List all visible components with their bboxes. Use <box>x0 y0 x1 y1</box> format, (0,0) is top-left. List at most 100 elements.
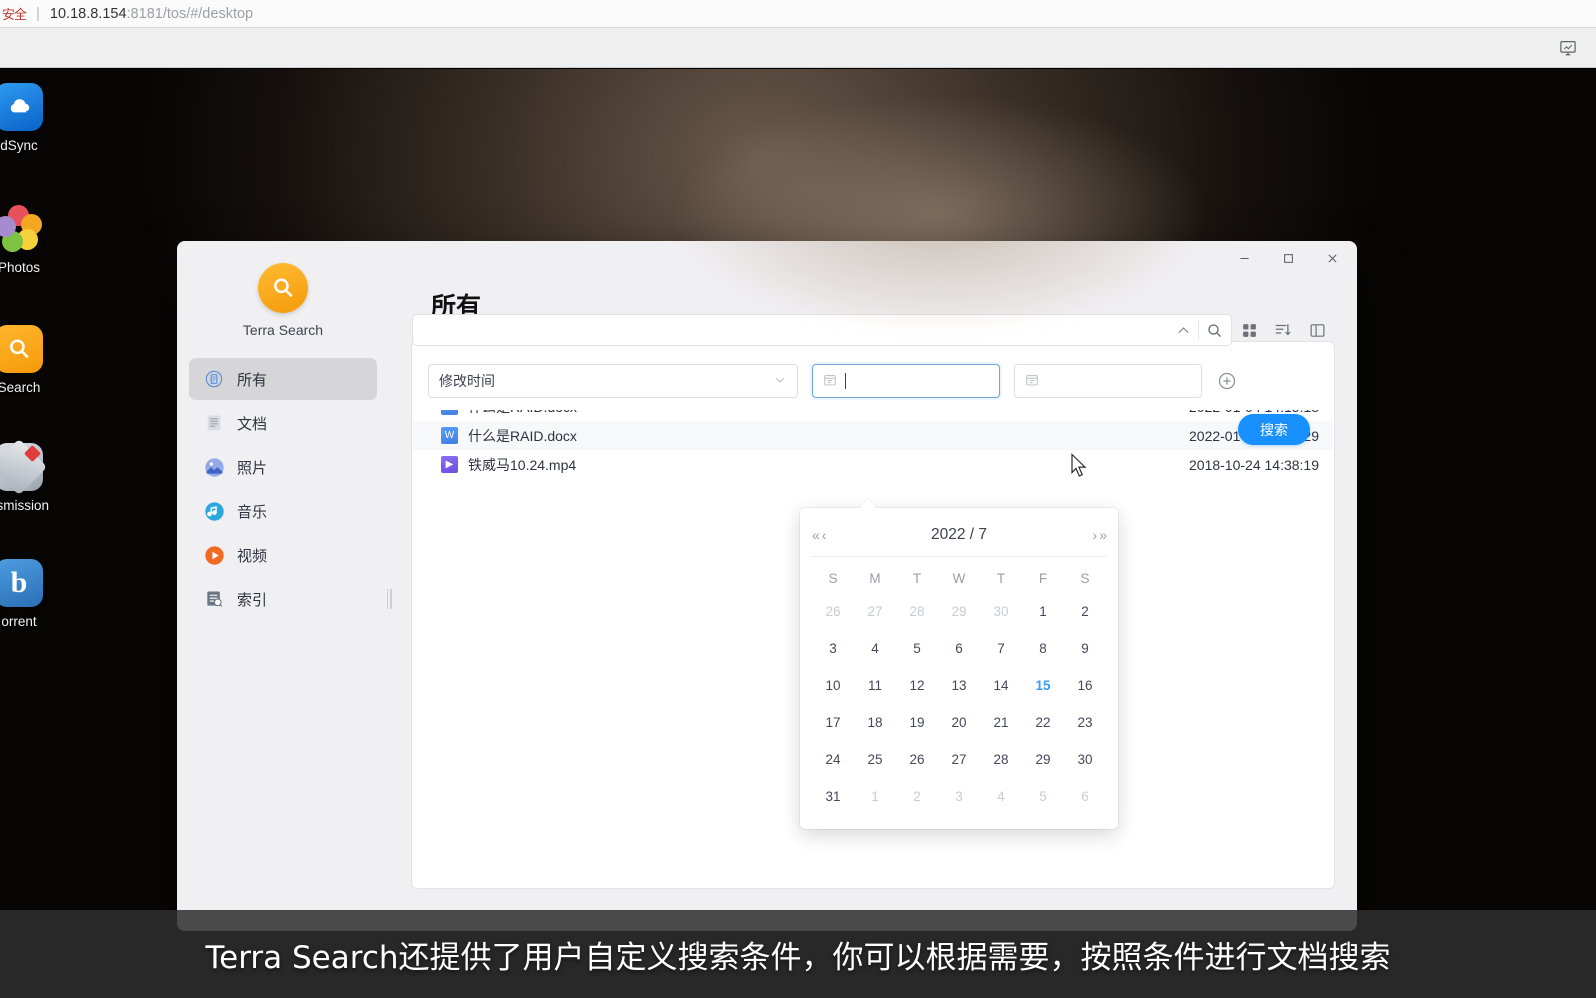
date-picker-day[interactable]: 3 <box>812 630 854 667</box>
table-row[interactable]: W 什么是RAID.docx 2022-01-04 08:46:29 <box>413 421 1333 450</box>
date-picker-day[interactable]: 7 <box>980 630 1022 667</box>
collapse-chevron-up-icon[interactable] <box>1168 315 1198 345</box>
date-picker-day[interactable]: 6 <box>1064 778 1106 815</box>
sidebar-item-photos[interactable]: 照片 <box>189 446 377 488</box>
weekday-label: M <box>869 571 881 586</box>
desktop-icon-photos[interactable]: Photos <box>0 205 56 275</box>
date-picker-day[interactable]: 19 <box>896 704 938 741</box>
music-note-icon <box>203 500 225 522</box>
date-to-input[interactable] <box>1014 364 1202 398</box>
date-picker-day[interactable]: 16 <box>1064 667 1106 704</box>
condition-select[interactable]: 修改时间 <box>428 364 798 398</box>
sidebar-item-video[interactable]: 视频 <box>189 534 377 576</box>
prev-year-button[interactable]: « <box>812 527 820 543</box>
sidebar-item-documents[interactable]: 文档 <box>189 402 377 444</box>
browser-url-bar[interactable]: 安全 | 10.18.8.154:8181/tos/#/desktop <box>0 0 1596 28</box>
cloud-sync-icon <box>0 83 43 131</box>
search-input[interactable] <box>425 316 1168 344</box>
search-bar-row <box>412 314 1334 346</box>
date-picker-day[interactable]: 18 <box>854 704 896 741</box>
date-picker-next[interactable]: › » <box>1093 527 1107 543</box>
date-picker-day[interactable]: 5 <box>896 630 938 667</box>
date-picker-day[interactable]: 4 <box>980 778 1022 815</box>
date-picker-day[interactable]: 29 <box>1022 741 1064 778</box>
date-picker-day[interactable]: 20 <box>938 704 980 741</box>
date-picker-day[interactable]: 29 <box>938 593 980 630</box>
sidebar-item-index[interactable]: 索引 <box>189 578 377 620</box>
date-picker-day[interactable]: 2 <box>896 778 938 815</box>
filter-row: 修改时间 <box>412 352 1334 410</box>
date-picker-day[interactable]: 23 <box>1064 704 1106 741</box>
date-picker-day[interactable]: 1 <box>1022 593 1064 630</box>
date-picker-day[interactable]: 4 <box>854 630 896 667</box>
minimize-button[interactable] <box>1229 245 1259 271</box>
monitor-chart-icon[interactable] <box>1556 36 1580 60</box>
date-picker-day[interactable]: 31 <box>812 778 854 815</box>
date-picker-prev[interactable]: « ‹ <box>812 527 826 543</box>
date-picker-title[interactable]: 2022 / 7 <box>825 526 1092 544</box>
date-picker-day[interactable]: 27 <box>854 593 896 630</box>
date-picker-day[interactable]: 30 <box>980 593 1022 630</box>
date-picker-day[interactable]: 11 <box>854 667 896 704</box>
sidebar: Terra Search 所有 文档 照片 音乐 视频 索引 <box>177 241 392 931</box>
weekday-label: F <box>1038 571 1048 586</box>
date-picker-day[interactable]: 2 <box>1064 593 1106 630</box>
date-picker-day[interactable]: 22 <box>1022 704 1064 741</box>
date-picker-day[interactable]: 9 <box>1064 630 1106 667</box>
file-name: 什么是RAID.docx <box>468 427 577 444</box>
search-button[interactable]: 搜索 <box>1238 414 1310 445</box>
url-text: 10.18.8.154:8181/tos/#/desktop <box>50 6 253 22</box>
date-picker-grid: 26 27 28 29 30 1 2 3 4 5 6 7 8 9 10 11 12 13 14 15 16 17 18 19 2… <box>812 593 1106 815</box>
date-picker-day[interactable]: 3 <box>938 778 980 815</box>
maximize-button[interactable] <box>1273 245 1303 271</box>
date-picker-day[interactable]: 26 <box>896 741 938 778</box>
date-picker-day[interactable]: 24 <box>812 741 854 778</box>
date-picker-day[interactable]: 27 <box>938 741 980 778</box>
date-picker-day[interactable]: 28 <box>896 593 938 630</box>
grid-view-icon[interactable] <box>1232 315 1266 345</box>
split-view-icon[interactable] <box>1300 315 1334 345</box>
search-icon[interactable] <box>1199 315 1229 345</box>
date-picker-day[interactable]: 17 <box>812 704 854 741</box>
video-play-icon <box>203 544 225 566</box>
chevron-down-icon <box>773 373 787 390</box>
search-box[interactable] <box>412 314 1232 346</box>
next-year-button[interactable]: » <box>1099 527 1107 543</box>
desktop-icon-qbittorrent[interactable]: b orrent <box>0 559 56 629</box>
date-picker-day[interactable]: 1 <box>854 778 896 815</box>
date-picker-day[interactable]: 14 <box>980 667 1022 704</box>
window-controls <box>1229 245 1347 271</box>
date-from-input[interactable] <box>812 364 1000 398</box>
desktop-icon-transmission[interactable]: nsmission <box>0 438 56 513</box>
plus-circle-icon[interactable] <box>1216 370 1238 392</box>
date-picker-day[interactable]: 15 <box>1022 667 1064 704</box>
sidebar-item-all[interactable]: 所有 <box>189 358 377 400</box>
desktop-icon-search[interactable]: Search <box>0 325 56 395</box>
date-picker-day[interactable]: 28 <box>980 741 1022 778</box>
caption-bar: Terra Search还提供了用户自定义搜索条件，你可以根据需要，按照条件进行… <box>0 910 1596 998</box>
date-picker-day[interactable]: 12 <box>896 667 938 704</box>
sidebar-item-label: 所有 <box>237 371 268 389</box>
table-row[interactable]: ▶ 铁威马10.24.mp4 2018-10-24 14:38:19 <box>413 450 1333 479</box>
weekday-label: S <box>828 571 838 586</box>
date-picker-day[interactable]: 25 <box>854 741 896 778</box>
next-month-button[interactable]: › <box>1093 527 1098 543</box>
sort-descending-icon[interactable] <box>1266 315 1300 345</box>
calendar-icon <box>1025 373 1039 390</box>
close-button[interactable] <box>1317 245 1347 271</box>
date-picker-day[interactable]: 10 <box>812 667 854 704</box>
date-picker-day[interactable]: 13 <box>938 667 980 704</box>
desktop-icon-label: Search <box>0 380 41 395</box>
date-picker-day[interactable]: 5 <box>1022 778 1064 815</box>
date-picker-header: « ‹ 2022 / 7 › » <box>812 518 1107 552</box>
video-file-icon: ▶ <box>441 456 458 473</box>
date-picker-day[interactable]: 21 <box>980 704 1022 741</box>
date-picker-day[interactable]: 6 <box>938 630 980 667</box>
date-picker-day[interactable]: 26 <box>812 593 854 630</box>
desktop-icon-dsync[interactable]: dSync <box>0 83 56 153</box>
browser-toolbar <box>0 28 1596 68</box>
transmission-icon <box>0 438 48 496</box>
date-picker-day[interactable]: 8 <box>1022 630 1064 667</box>
date-picker-day[interactable]: 30 <box>1064 741 1106 778</box>
sidebar-item-music[interactable]: 音乐 <box>189 490 377 532</box>
